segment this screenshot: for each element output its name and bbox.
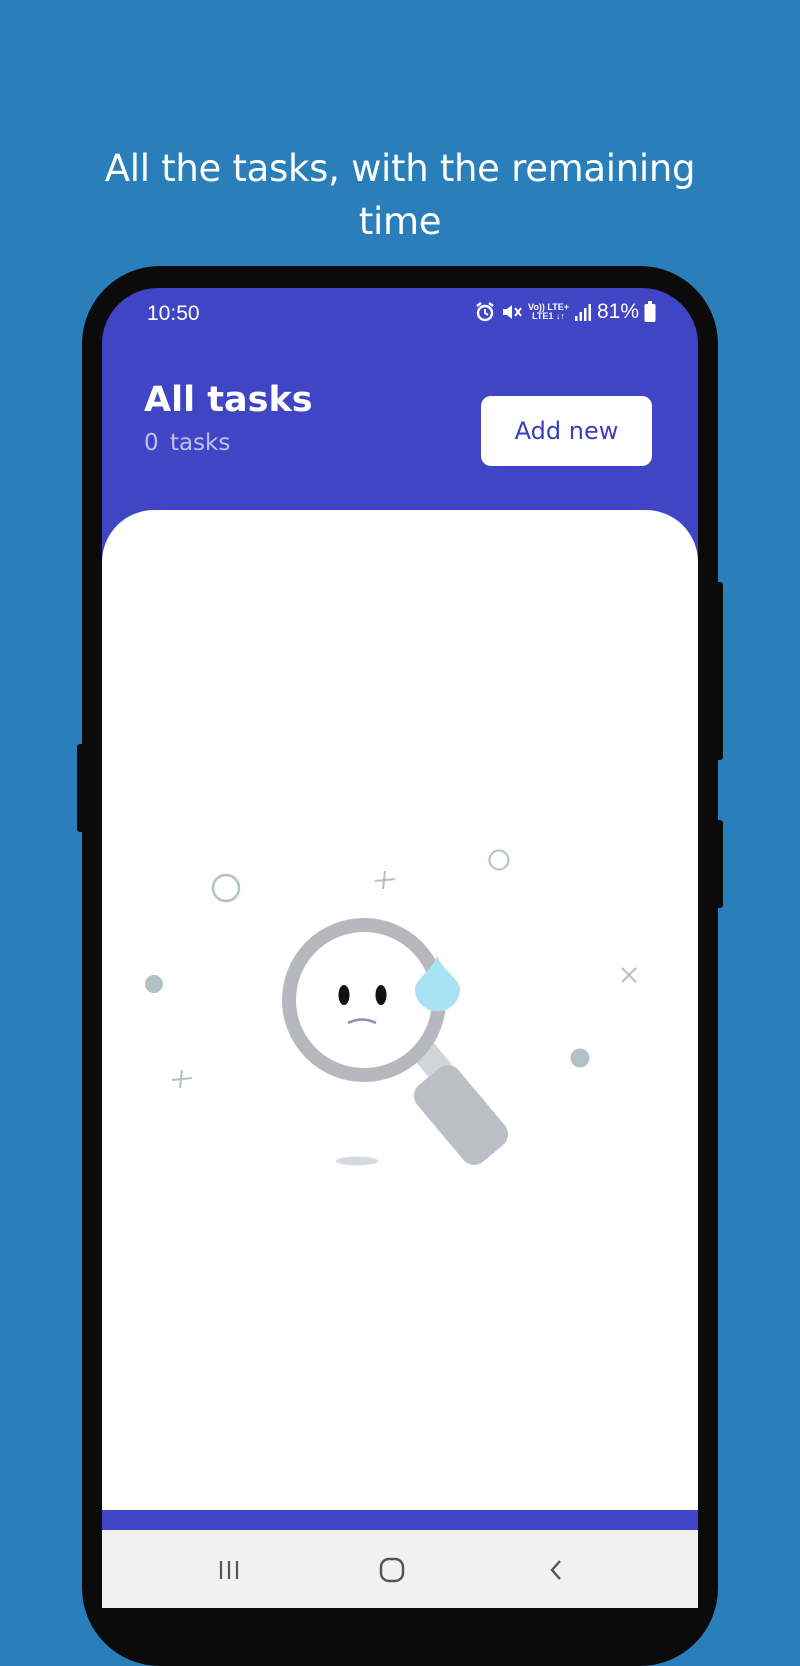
battery-icon [644, 301, 656, 323]
status-icons: Vo)) LTE+ LTE1 ↓↑ 81% [474, 298, 656, 326]
recents-icon[interactable] [209, 1550, 249, 1590]
task-count: 0 tasks [144, 430, 231, 456]
decor-circle-outline-left [211, 873, 241, 903]
signal-icon [574, 302, 592, 322]
decor-circle-outline-right [488, 849, 510, 871]
back-icon[interactable] [537, 1550, 577, 1590]
phone-side-button-right-bottom [715, 820, 723, 908]
decor-cross-right [621, 967, 637, 983]
decor-plus-left [171, 1069, 193, 1089]
phone-screen: 10:50 Vo)) LTE+ LTE1 ↓↑ 81% All tasks 0 … [102, 288, 698, 1608]
promo-line-1: All the tasks, with the remaining [104, 147, 696, 190]
task-list-area [102, 510, 698, 1510]
sad-magnifier-icon [282, 918, 509, 1165]
status-time: 10:50 [147, 302, 200, 325]
alarm-icon [474, 301, 496, 323]
system-nav-bar [102, 1530, 698, 1608]
empty-state-illustration [145, 849, 637, 1166]
mute-icon [501, 301, 523, 323]
phone-side-button-left [77, 744, 85, 832]
battery-percent: 81% [596, 300, 639, 323]
add-new-button[interactable]: Add new [481, 396, 652, 466]
status-bar: 10:50 Vo)) LTE+ LTE1 ↓↑ 81% [102, 288, 698, 338]
shadow-ellipse [336, 1156, 378, 1166]
page-title: All tasks [144, 380, 313, 420]
decor-dot-left [145, 975, 163, 993]
network-label: Vo)) LTE+ LTE1 ↓↑ [528, 303, 569, 321]
promo-caption: All the tasks, with the remaining time [0, 142, 800, 248]
phone-side-button-right-top [715, 582, 723, 760]
decor-plus-top [374, 870, 396, 890]
decor-dot-right [570, 1048, 590, 1068]
promo-line-2: time [358, 200, 442, 243]
home-icon[interactable] [372, 1550, 412, 1590]
network-label-bottom: LTE1 ↓↑ [532, 311, 565, 321]
